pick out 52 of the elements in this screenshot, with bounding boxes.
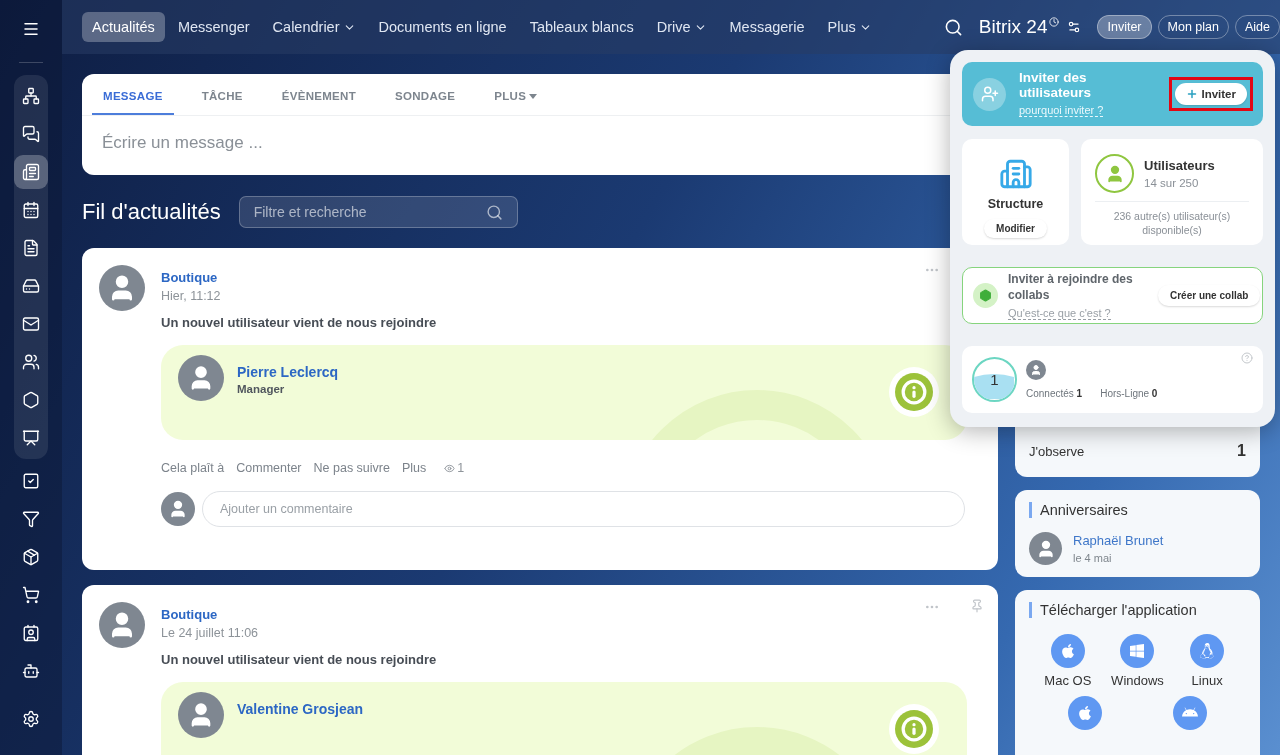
- users-note: 236 autre(s) utilisateur(s) disponible(s): [1112, 209, 1232, 237]
- users-title: Utilisateurs: [1144, 158, 1215, 173]
- user-role: Manager: [237, 383, 286, 395]
- watch-label[interactable]: J'observe: [1029, 443, 1085, 459]
- create-collab-button[interactable]: Créer une collab: [1158, 285, 1261, 306]
- post-text: Un nouvel utilisateur vient de nous rejoindre: [161, 315, 438, 330]
- nav-tab[interactable]: Plus: [817, 12, 882, 42]
- nav-tab[interactable]: Calendrier: [262, 12, 366, 42]
- structure-title: Structure: [987, 197, 1044, 211]
- online-stat: Hors-Ligne 0: [1100, 388, 1158, 399]
- app-label[interactable]: Windows: [1111, 673, 1164, 688]
- nav-tab[interactable]: Documents en ligne: [368, 12, 517, 42]
- person-name[interactable]: Raphaël Brunet: [1073, 533, 1164, 548]
- header-button[interactable]: Inviter: [1097, 15, 1152, 39]
- watch-count: 1: [1237, 442, 1246, 460]
- nav-tab[interactable]: Messenger: [167, 12, 260, 42]
- post-action-link[interactable]: Ne pas suivre: [313, 461, 390, 475]
- nav-tab[interactable]: Tableaux blancs: [519, 12, 644, 42]
- app-label[interactable]: Linux: [1191, 673, 1223, 688]
- user-name[interactable]: Valentine Grosjean: [237, 701, 364, 717]
- composer-tab[interactable]: ÉVÈNEMENT: [270, 74, 368, 115]
- post-text: Un nouvel utilisateur vient de nous rejoindre: [161, 652, 438, 667]
- logo[interactable]: Bitrix 24: [978, 16, 1048, 38]
- online-gauge: 1: [972, 357, 1017, 402]
- composer-tab[interactable]: MESSAGE: [92, 74, 174, 115]
- invite-title: Inviter des utilisateurs: [1019, 70, 1093, 100]
- view-count: 1: [457, 461, 465, 475]
- composer-tab[interactable]: TÂCHE: [190, 74, 254, 115]
- invite-button[interactable]: Inviter: [1175, 83, 1247, 105]
- composer-tab[interactable]: SONDAGE: [384, 74, 467, 115]
- card-title: Télécharger l'application: [1029, 602, 1246, 618]
- users-count: 14 sur 250: [1144, 177, 1200, 189]
- nav-tab[interactable]: Actualités: [82, 12, 165, 42]
- online-stat: Connectés 1: [1026, 388, 1083, 399]
- nav-tab[interactable]: Drive: [646, 12, 717, 42]
- what-is-it-link[interactable]: Qu'est-ce que c'est ?: [1008, 306, 1111, 320]
- post-action-link[interactable]: Plus: [401, 461, 427, 475]
- post-action-link[interactable]: Commenter: [236, 461, 302, 475]
- app-label[interactable]: Mac OS: [1044, 673, 1092, 688]
- card-title: Anniversaires: [1029, 502, 1246, 518]
- post-time: Hier, 11:12: [161, 289, 222, 303]
- filter-search-field[interactable]: Filtre et recherche: [238, 196, 518, 228]
- post-time: Le 24 juillet 11:06: [161, 626, 260, 640]
- composer-tab[interactable]: PLUS: [483, 74, 549, 115]
- nav-tab[interactable]: Messagerie: [719, 12, 815, 42]
- feed-title: Fil d'actualités: [82, 199, 221, 225]
- modify-button[interactable]: Modifier: [984, 219, 1047, 238]
- collab-title: Inviter à rejoindre des collabs: [1008, 270, 1134, 303]
- birthday-date: le 4 mai: [1073, 552, 1113, 564]
- user-name[interactable]: Pierre Leclercq: [237, 364, 339, 380]
- post-action-link[interactable]: Cela plaît à: [161, 461, 225, 475]
- post-author[interactable]: Boutique: [161, 607, 981, 622]
